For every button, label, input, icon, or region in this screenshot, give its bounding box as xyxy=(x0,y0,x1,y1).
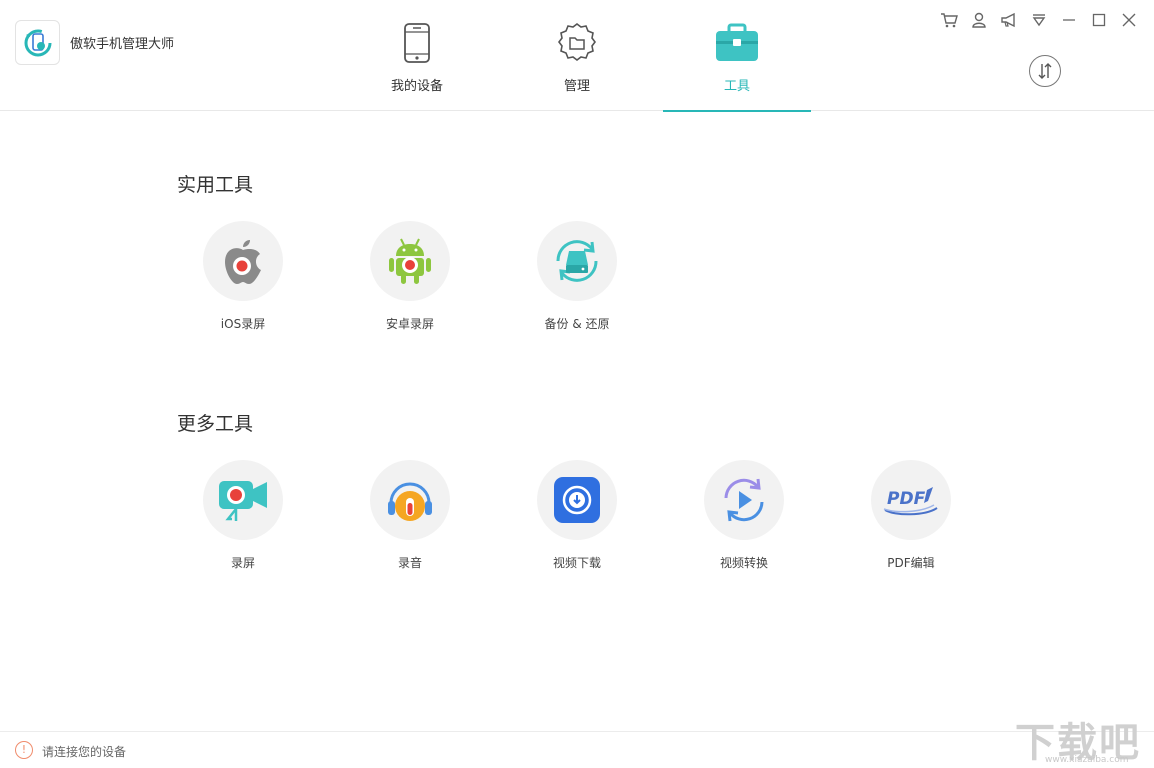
exclamation-icon: ! xyxy=(15,741,33,759)
tool-label: 录音 xyxy=(397,556,422,570)
audio-record-icon xyxy=(370,460,450,540)
section-title-practical: 实用工具 xyxy=(177,174,254,196)
svg-text:PDF: PDF xyxy=(887,489,926,509)
tab-label: 管理 xyxy=(563,79,590,94)
transfer-arrows-icon xyxy=(1038,63,1052,79)
cart-icon[interactable] xyxy=(934,10,964,30)
android-record-icon xyxy=(370,221,450,301)
app-logo xyxy=(15,20,60,65)
section-title-more: 更多工具 xyxy=(177,413,254,435)
close-icon[interactable] xyxy=(1114,10,1144,30)
apple-record-icon xyxy=(203,221,283,301)
video-download-icon xyxy=(537,460,617,540)
tool-audio-record[interactable]: 录音 xyxy=(340,460,480,580)
tool-label: 录屏 xyxy=(230,556,255,570)
tab-label: 我的设备 xyxy=(390,79,443,94)
tab-manage[interactable]: 管理 xyxy=(503,0,651,111)
status-text: 请连接您的设备 xyxy=(42,745,127,759)
phone-icon xyxy=(394,20,440,66)
user-icon[interactable] xyxy=(964,10,994,30)
tab-my-device[interactable]: 我的设备 xyxy=(343,0,491,111)
status-bar: ! 请连接您的设备 xyxy=(0,731,1154,768)
app-title: 傲软手机管理大师 xyxy=(70,37,175,52)
tool-label: 备份 & 还原 xyxy=(544,317,610,331)
tool-ios-record[interactable]: iOS录屏 xyxy=(173,221,313,341)
header: 傲软手机管理大师 我的设备 管理 工具 xyxy=(0,0,1154,112)
tool-label: 安卓录屏 xyxy=(385,317,434,331)
tool-backup-restore[interactable]: 备份 & 还原 xyxy=(507,221,647,341)
tab-label: 工具 xyxy=(723,79,750,94)
minimize-icon[interactable] xyxy=(1054,10,1084,30)
dropdown-menu-icon[interactable] xyxy=(1024,10,1054,30)
window-controls xyxy=(934,10,1144,30)
backup-restore-icon xyxy=(537,221,617,301)
tool-video-convert[interactable]: 视频转换 xyxy=(674,460,814,580)
gear-folder-icon xyxy=(554,20,600,66)
tool-screen-record[interactable]: 录屏 xyxy=(173,460,313,580)
tool-android-record[interactable]: 安卓录屏 xyxy=(340,221,480,341)
app-window: 傲软手机管理大师 我的设备 管理 工具 实用工具 iOS录屏 安卓录屏 备份 &… xyxy=(0,0,1154,768)
video-convert-icon xyxy=(704,460,784,540)
tool-video-download[interactable]: 视频下载 xyxy=(507,460,647,580)
toolbox-icon xyxy=(714,20,760,66)
megaphone-icon[interactable] xyxy=(994,10,1024,30)
watermark-url: www.xiazaiba.com xyxy=(1045,755,1129,765)
app-logo-icon xyxy=(24,29,51,56)
transfer-button[interactable] xyxy=(1029,55,1061,87)
tool-label: 视频下载 xyxy=(552,556,601,570)
pdf-edit-icon: PDF xyxy=(871,460,951,540)
screen-record-camera-icon xyxy=(203,460,283,540)
maximize-icon[interactable] xyxy=(1084,10,1114,30)
tab-tools[interactable]: 工具 xyxy=(663,0,811,112)
tool-pdf-edit[interactable]: PDF PDF编辑 xyxy=(841,460,981,580)
tool-label: 视频转换 xyxy=(719,556,768,570)
tool-label: iOS录屏 xyxy=(220,317,266,331)
tool-label: PDF编辑 xyxy=(887,556,935,570)
